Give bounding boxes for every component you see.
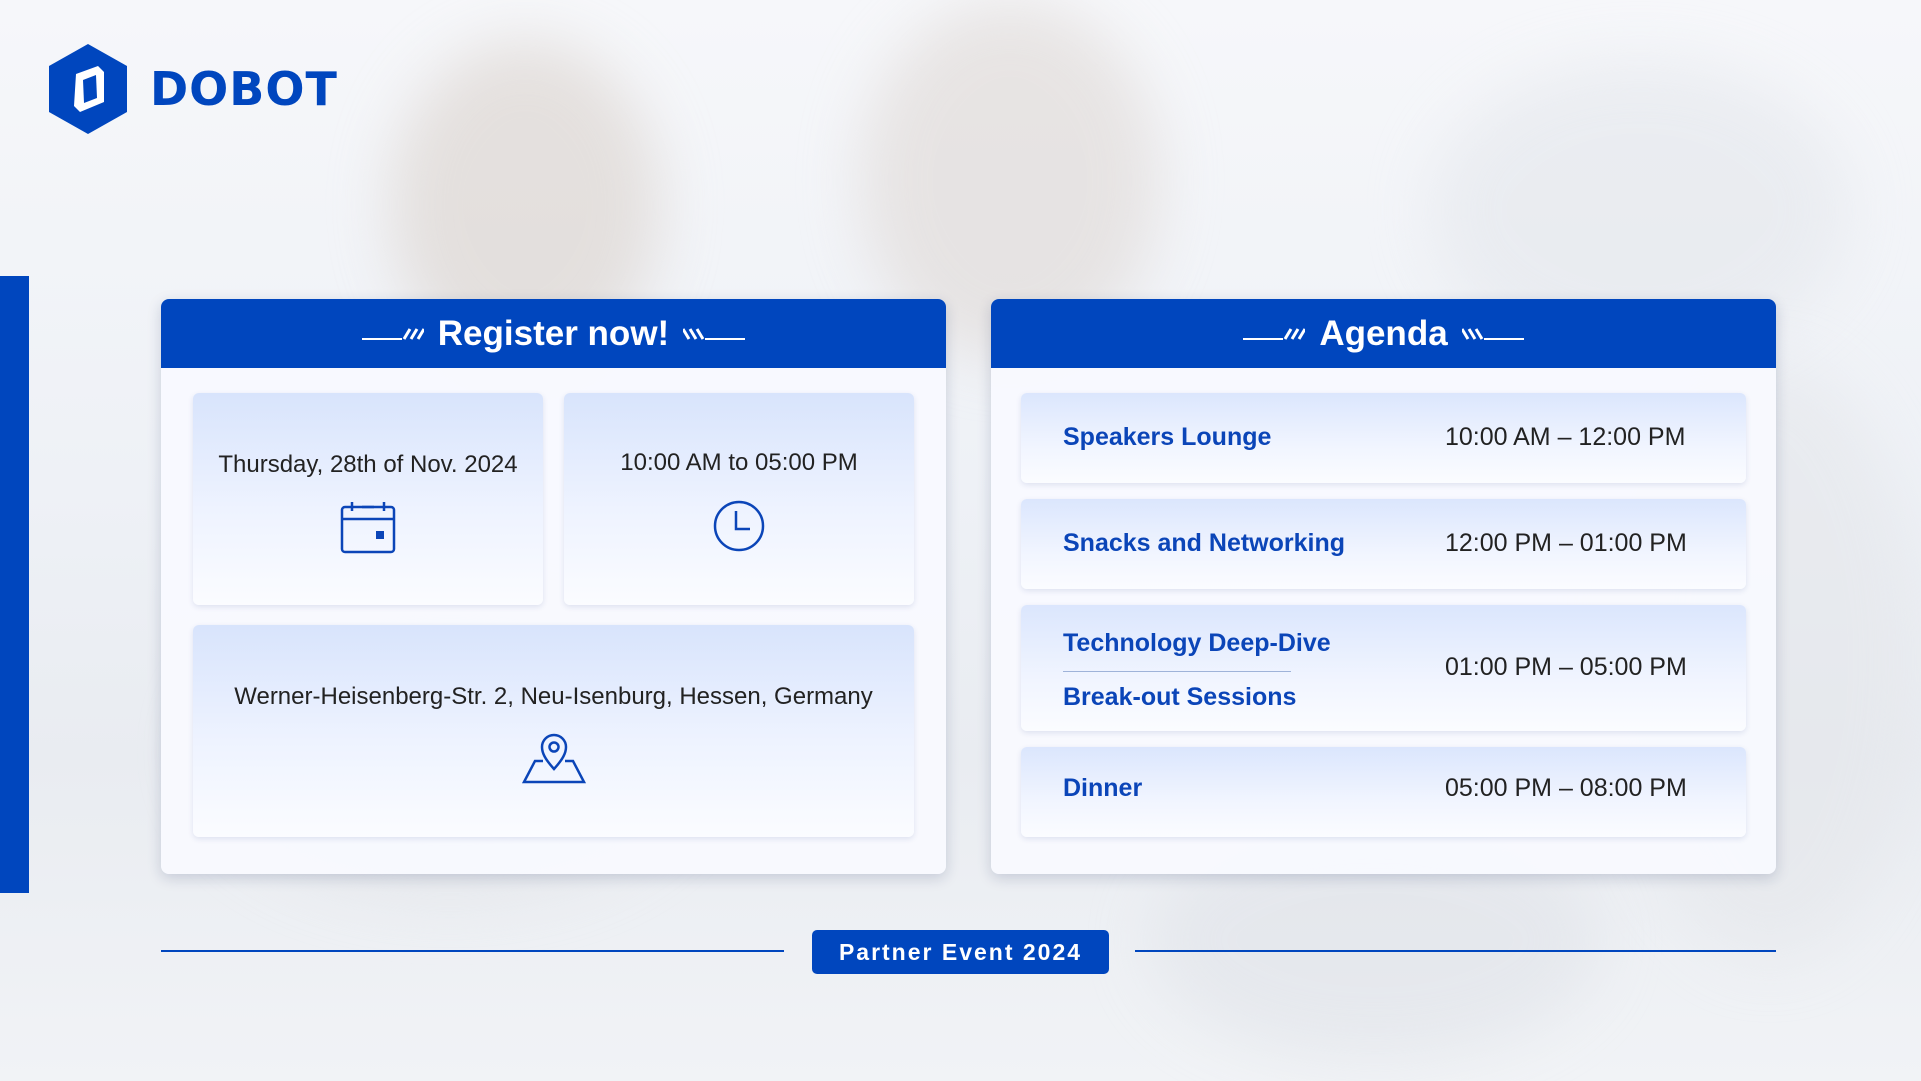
agenda-panel: Agenda Speakers Lounge 10:00 AM – 12:00 … [991, 299, 1776, 874]
header-decoration-right-icon [1461, 327, 1524, 340]
register-header: Register now! [161, 299, 946, 368]
dobot-logo: DOBOT [46, 42, 338, 136]
event-address: Werner-Heisenberg-Str. 2, Neu-Isenburg, … [234, 683, 873, 710]
dobot-logo-icon [49, 44, 127, 134]
agenda-header: Agenda [991, 299, 1776, 368]
agenda-title: Agenda [1319, 313, 1448, 353]
agenda-item: Technology Deep-Dive Break-out Sessions … [1021, 605, 1746, 731]
register-panel: Register now! Thursday, 28th of Nov. 202… [161, 299, 946, 874]
time-card: 10:00 AM to 05:00 PM [564, 393, 914, 605]
calendar-icon [340, 502, 396, 554]
agenda-item-time: 01:00 PM – 05:00 PM [1445, 653, 1687, 681]
agenda-item-divider [1063, 671, 1291, 672]
agenda-item-title: Technology Deep-Dive [1063, 629, 1331, 657]
map-pin-icon [521, 733, 586, 784]
header-decoration-left-icon [361, 327, 424, 340]
footer-divider-left [161, 950, 784, 952]
agenda-item: Speakers Lounge 10:00 AM – 12:00 PM [1021, 393, 1746, 483]
agenda-item-title: Dinner [1063, 774, 1143, 802]
brand-name: DOBOT [150, 62, 338, 116]
event-date: Thursday, 28th of Nov. 2024 [218, 451, 518, 478]
clock-icon [713, 500, 765, 552]
agenda-item-time: 10:00 AM – 12:00 PM [1445, 423, 1686, 451]
event-badge: Partner Event 2024 [812, 930, 1109, 974]
side-accent-bar [0, 276, 29, 893]
agenda-item: Dinner 05:00 PM – 08:00 PM [1021, 747, 1746, 837]
address-card: Werner-Heisenberg-Str. 2, Neu-Isenburg, … [193, 625, 914, 837]
agenda-item-title: Snacks and Networking [1063, 529, 1346, 557]
register-title: Register now! [437, 313, 670, 353]
footer-divider-right [1135, 950, 1776, 952]
date-card: Thursday, 28th of Nov. 2024 [193, 393, 543, 605]
agenda-item-time: 05:00 PM – 08:00 PM [1445, 774, 1687, 802]
header-decoration-right-icon [683, 327, 746, 340]
agenda-item-subtitle: Break-out Sessions [1063, 683, 1297, 711]
agenda-item-title: Speakers Lounge [1063, 423, 1272, 451]
header-decoration-left-icon [1243, 327, 1306, 340]
agenda-item-time: 12:00 PM – 01:00 PM [1445, 529, 1687, 557]
agenda-item: Snacks and Networking 12:00 PM – 01:00 P… [1021, 499, 1746, 589]
event-time: 10:00 AM to 05:00 PM [620, 449, 858, 476]
